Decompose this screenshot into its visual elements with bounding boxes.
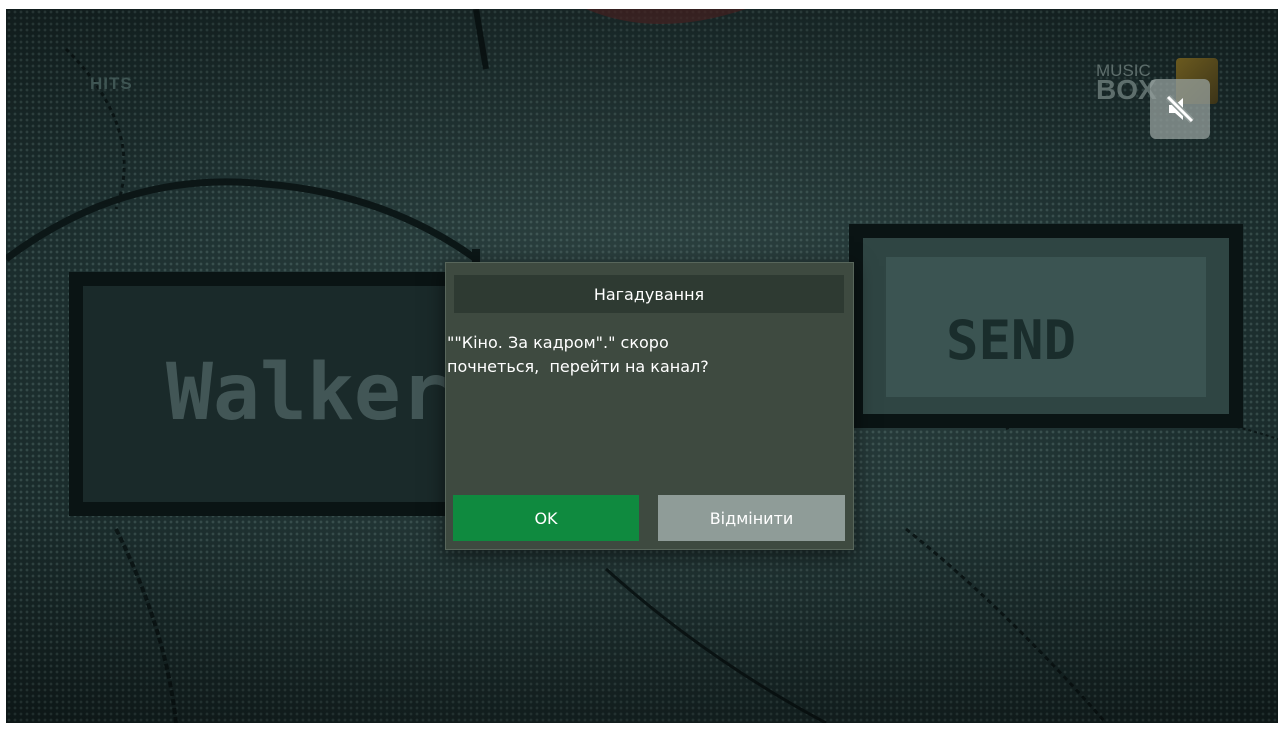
ok-button[interactable]: OK xyxy=(453,495,639,541)
dialog-title: Нагадування xyxy=(454,275,844,313)
dialog-message: ""Кіно. За кадром"." скоро почнеться, пе… xyxy=(447,333,709,376)
reminder-dialog: Нагадування ""Кіно. За кадром"." скоро п… xyxy=(445,262,854,550)
logo-line2: BOX xyxy=(1096,74,1157,106)
speaker-muted-icon xyxy=(1165,94,1195,124)
send-text: SEND xyxy=(946,309,1076,372)
channel-label: HITS xyxy=(90,74,133,93)
walker-text: Walker xyxy=(166,348,448,438)
cancel-button[interactable]: Відмінити xyxy=(658,495,845,541)
mute-button[interactable] xyxy=(1150,79,1210,139)
